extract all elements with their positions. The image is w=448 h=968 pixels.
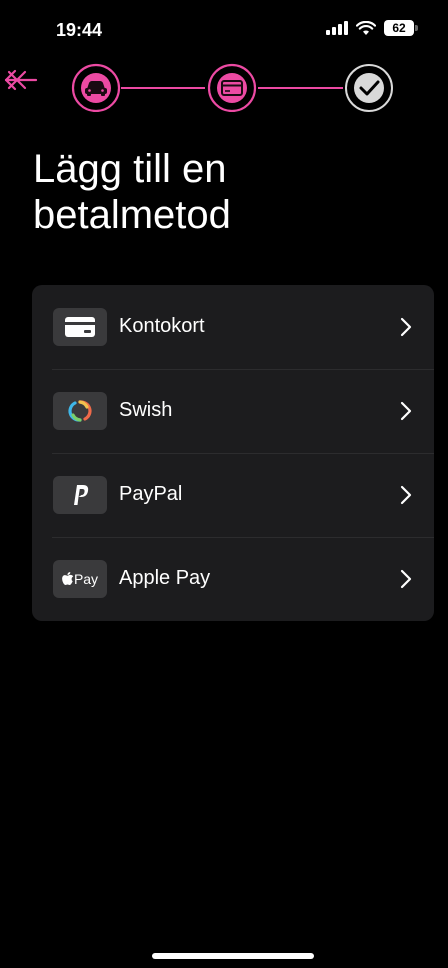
swish-logo-icon [53, 392, 107, 430]
apple-pay-icon: Pay [53, 560, 107, 598]
method-label: PayPal [119, 483, 183, 505]
chevron-right-icon [400, 485, 412, 505]
paypal-logo-icon [53, 476, 107, 514]
method-label: Swish [119, 399, 173, 421]
payment-methods-list: Kontokort Swish PayPal Pay Apple Pay [32, 285, 434, 621]
step-vehicle-icon [71, 63, 121, 112]
payment-method-apple-pay[interactable]: Pay Apple Pay [32, 537, 434, 621]
page-title: Lägg till en betalmetod [33, 147, 231, 237]
method-label: Apple Pay [119, 567, 211, 589]
payment-method-paypal[interactable]: PayPal [32, 453, 434, 537]
close-icon[interactable] [0, 62, 34, 96]
step-confirm-icon [345, 64, 393, 112]
progress-stepper [0, 62, 448, 112]
apple-logo-icon [62, 572, 74, 586]
credit-card-icon [53, 308, 107, 346]
apple-pay-text: Pay [73, 571, 99, 587]
stepper-graphic [71, 63, 393, 112]
battery-nub [415, 25, 418, 31]
battery-level: 62 [392, 21, 406, 35]
signal-icon [326, 21, 348, 35]
battery-indicator: 62 [384, 20, 418, 36]
status-bar: 19:44 62 [0, 0, 448, 60]
chevron-right-icon [400, 317, 412, 337]
home-indicator[interactable] [152, 953, 314, 959]
step-payment-icon [207, 63, 257, 112]
wifi-icon [356, 20, 376, 35]
payment-method-swish[interactable]: Swish [32, 369, 434, 453]
status-icons: 62 [326, 20, 418, 36]
chevron-right-icon [400, 401, 412, 421]
chevron-right-icon [400, 569, 412, 589]
status-time: 19:44 [56, 20, 103, 40]
method-label: Kontokort [119, 315, 205, 337]
payment-method-kontokort[interactable]: Kontokort [32, 285, 434, 369]
